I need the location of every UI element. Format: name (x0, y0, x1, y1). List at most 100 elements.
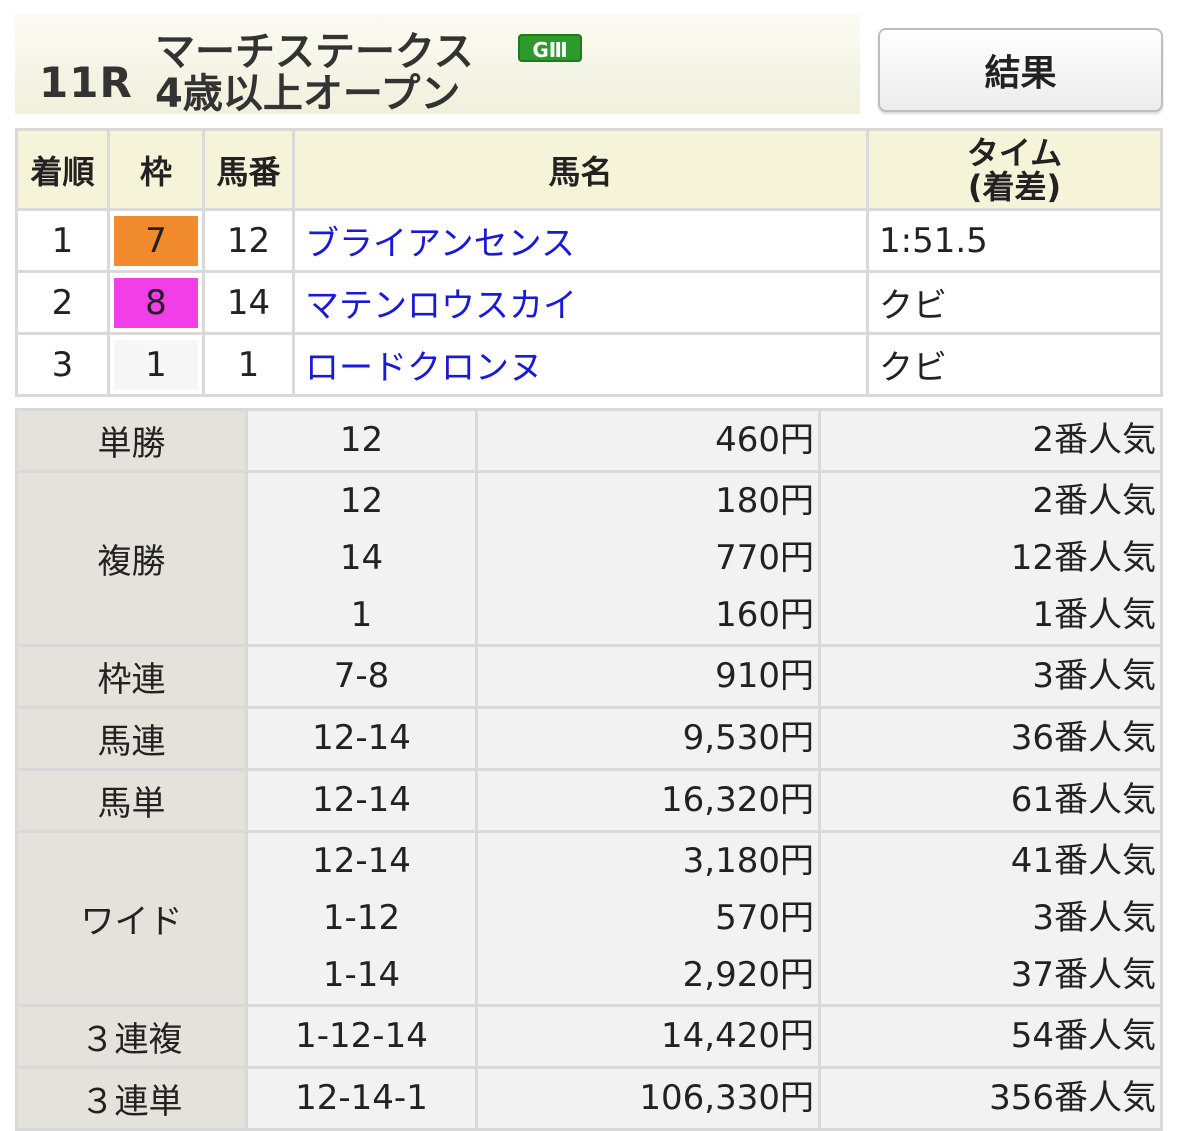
payout-cell-value: 3,180円 (682, 841, 814, 881)
payout-row: ３連複 1-12-14 14,420円 54番人気 (15, 1004, 1163, 1069)
combination-cell-value: 1 (350, 595, 373, 635)
payout-cell: 460円 (475, 408, 821, 473)
table-row: 1 7 12 ブライアンセンス 1:51.5 (15, 208, 1163, 273)
combination-cell: 1-12-14 (245, 1004, 478, 1069)
time-cell: 1:51.5 (866, 208, 1163, 273)
payout-cell: 14,420円 (475, 1004, 821, 1069)
bet-type-cell: 馬単 (15, 768, 248, 833)
popularity-cell: 61番人気 (818, 768, 1163, 833)
grade-badge: GⅢ (518, 34, 582, 62)
race-name: マーチステークス (155, 29, 474, 75)
horse-name-link[interactable]: ブライアンセンス (305, 224, 575, 264)
bet-type-cell: 枠連 (15, 644, 248, 709)
header-time-line2: (着差) (967, 167, 1062, 206)
payout-row: ３連単 12-14-1 106,330円 356番人気 (15, 1066, 1163, 1131)
bet-type-cell: 単勝 (15, 408, 248, 473)
header-horse-number: 馬番 (202, 128, 295, 211)
frame-badge: 7 (114, 215, 198, 266)
combination-cell: 12-14 1-12 1-14 (245, 830, 478, 1007)
payouts-table: 単勝 12 460円 2番人気 複勝 12 14 1 180円 770円 160円 2番人気 12番人気… (15, 408, 1163, 1131)
frame-cell: 7 (107, 208, 205, 273)
payout-cell-value: 910円 (715, 656, 814, 696)
header-time: タイム (着差) (866, 128, 1163, 211)
time-cell: クビ (866, 270, 1163, 335)
combination-cell: 12 (245, 408, 478, 473)
horse-number-cell: 12 (202, 208, 295, 273)
payout-cell: 16,320円 (475, 768, 821, 833)
combination-cell-value: 7-8 (333, 656, 390, 696)
bet-type-cell: ３連単 (15, 1066, 248, 1131)
rank-cell: 3 (15, 332, 110, 397)
payout-cell: 106,330円 (475, 1066, 821, 1131)
combination-cell: 12 14 1 (245, 470, 478, 647)
payout-cell-value: 160円 (715, 595, 814, 635)
combination-cell-value: 14 (339, 538, 384, 578)
combination-cell-value: 12-14 (312, 841, 411, 881)
header-time-line1: タイム (966, 133, 1063, 172)
payout-row: 馬単 12-14 16,320円 61番人気 (15, 768, 1163, 833)
race-condition: 4歳以上オープン (155, 71, 461, 117)
payout-cell-value: 770円 (715, 538, 814, 578)
popularity-cell-value: 36番人気 (1010, 718, 1156, 758)
payout-cell-value: 570円 (715, 898, 814, 938)
combination-cell-value: 12-14 (312, 718, 411, 758)
popularity-cell: 2番人気 12番人気 1番人気 (818, 470, 1163, 647)
time-cell: クビ (866, 332, 1163, 397)
payout-cell-value: 460円 (715, 420, 814, 460)
popularity-cell: 2番人気 (818, 408, 1163, 473)
payout-cell-value: 2,920円 (682, 955, 814, 995)
popularity-cell: 41番人気 3番人気 37番人気 (818, 830, 1163, 1007)
horse-number-cell: 1 (202, 332, 295, 397)
horse-name-cell: ロードクロンヌ (292, 332, 869, 397)
payout-row: 馬連 12-14 9,530円 36番人気 (15, 706, 1163, 771)
popularity-cell-value: 2番人気 (1032, 420, 1156, 460)
horse-name-link[interactable]: マテンロウスカイ (305, 286, 577, 326)
bet-type-cell: 複勝 (15, 470, 248, 647)
frame-badge: 1 (114, 339, 198, 390)
payout-cell: 3,180円 570円 2,920円 (475, 830, 821, 1007)
payout-cell-value: 180円 (715, 481, 814, 521)
race-number: 11R (39, 58, 133, 107)
combination-cell: 12-14 (245, 768, 478, 833)
combination-cell-value: 1-14 (322, 955, 401, 995)
popularity-cell-value: 1番人気 (1032, 595, 1156, 635)
rank-cell: 2 (15, 270, 110, 335)
popularity-cell-value: 356番人気 (989, 1078, 1156, 1118)
table-row: 3 1 1 ロードクロンヌ クビ (15, 332, 1163, 397)
combination-cell-value: 12 (339, 481, 384, 521)
combination-cell-value: 1-12 (322, 898, 401, 938)
result-button[interactable]: 結果 (878, 28, 1163, 112)
payout-cell-value: 16,320円 (661, 780, 814, 820)
popularity-cell-value: 3番人気 (1032, 898, 1156, 938)
popularity-cell: 54番人気 (818, 1004, 1163, 1069)
bet-type-cell: ３連複 (15, 1004, 248, 1069)
payout-row: 単勝 12 460円 2番人気 (15, 408, 1163, 473)
horse-name-link[interactable]: ロードクロンヌ (305, 348, 543, 388)
header-frame: 枠 (107, 128, 205, 211)
popularity-cell: 36番人気 (818, 706, 1163, 771)
popularity-cell-value: 41番人気 (1010, 841, 1156, 881)
popularity-cell-value: 3番人気 (1032, 656, 1156, 696)
header-rank: 着順 (15, 128, 110, 211)
combination-cell-value: 1-12-14 (295, 1016, 428, 1056)
payout-cell-value: 14,420円 (661, 1016, 814, 1056)
popularity-cell-value: 12番人気 (1010, 538, 1156, 578)
race-header: 11R マーチステークス GⅢ 4歳以上オープン (15, 14, 860, 117)
popularity-cell: 356番人気 (818, 1066, 1163, 1131)
combination-cell-value: 12-14-1 (295, 1078, 428, 1118)
frame-badge: 8 (114, 277, 198, 328)
popularity-cell-value: 61番人気 (1010, 780, 1156, 820)
combination-cell-value: 12 (339, 420, 384, 460)
combination-cell: 12-14 (245, 706, 478, 771)
horse-name-cell: マテンロウスカイ (292, 270, 869, 335)
bet-type-cell: 馬連 (15, 706, 248, 771)
popularity-cell: 3番人気 (818, 644, 1163, 709)
combination-cell: 12-14-1 (245, 1066, 478, 1131)
payout-row: ワイド 12-14 1-12 1-14 3,180円 570円 2,920円 41番人気 3番人… (15, 830, 1163, 1007)
payout-cell: 9,530円 (475, 706, 821, 771)
rank-cell: 1 (15, 208, 110, 273)
horse-name-cell: ブライアンセンス (292, 208, 869, 273)
header-horse-name: 馬名 (292, 128, 869, 211)
payout-row: 複勝 12 14 1 180円 770円 160円 2番人気 12番人気 1番人気 (15, 470, 1163, 647)
results-table: 着順 枠 馬番 馬名 タイム (着差) 1 7 12 ブライアンセンス 1:51.5 2 8… (15, 128, 1163, 397)
